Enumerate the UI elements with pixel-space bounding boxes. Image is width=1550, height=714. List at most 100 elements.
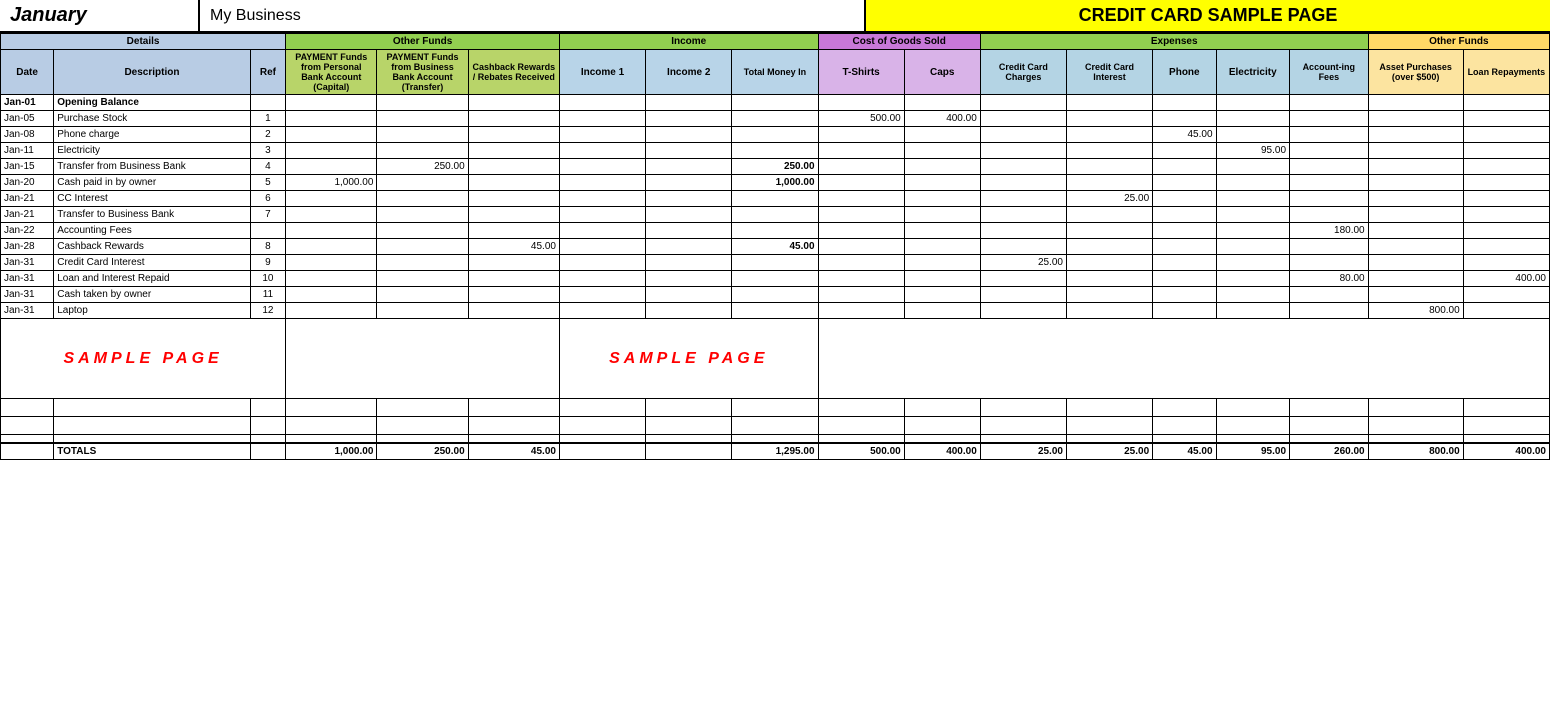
table-cell [1153, 223, 1216, 239]
table-cell [1216, 255, 1290, 271]
subhdr-ref: Ref [250, 50, 285, 95]
totals-cell: 1,295.00 [732, 443, 818, 460]
table-cell [1368, 159, 1463, 175]
subhdr-tshirts: T-Shirts [818, 50, 904, 95]
sample-spacer-1 [286, 319, 560, 399]
table-cell [980, 207, 1066, 223]
table-cell [1463, 287, 1549, 303]
blank-cell [732, 399, 818, 417]
space-cell [1290, 435, 1369, 443]
table-cell [1368, 207, 1463, 223]
table-row: Jan-31Laptop12800.00 [1, 303, 1550, 319]
table-cell [559, 255, 645, 271]
totals-cell: 500.00 [818, 443, 904, 460]
totals-cell: 260.00 [1290, 443, 1369, 460]
table-cell [468, 191, 559, 207]
blank-cell [646, 399, 732, 417]
table-cell [286, 303, 377, 319]
subhdr-description: Description [54, 50, 250, 95]
table-cell [468, 303, 559, 319]
table-cell [1290, 191, 1369, 207]
blank-cell [732, 417, 818, 435]
cell-desc: Cashback Rewards [54, 239, 250, 255]
table-cell [818, 191, 904, 207]
table-cell [559, 143, 645, 159]
table-cell [1216, 207, 1290, 223]
sample-text-2: SAMPLE PAGE [609, 350, 768, 367]
month-label: January [0, 0, 200, 31]
totals-cell: 95.00 [1216, 443, 1290, 460]
table-row: Jan-08Phone charge245.00 [1, 127, 1550, 143]
table-row: Jan-31Loan and Interest Repaid1080.00400… [1, 271, 1550, 287]
table-cell [646, 159, 732, 175]
blank-cell [904, 417, 980, 435]
table-cell [732, 223, 818, 239]
table-cell [1463, 255, 1549, 271]
cell-desc: Loan and Interest Repaid [54, 271, 250, 287]
table-cell [286, 271, 377, 287]
table-cell [377, 303, 468, 319]
table-cell [468, 207, 559, 223]
table-cell [1368, 111, 1463, 127]
totals-cell: 800.00 [1368, 443, 1463, 460]
totals-cell: TOTALS [54, 443, 250, 460]
cell-desc: CC Interest [54, 191, 250, 207]
table-cell [1368, 175, 1463, 191]
table-cell [1216, 271, 1290, 287]
table-cell [377, 207, 468, 223]
table-cell [818, 255, 904, 271]
table-row: Jan-15Transfer from Business Bank4250.00… [1, 159, 1550, 175]
table-cell [732, 127, 818, 143]
table-cell: 45.00 [468, 239, 559, 255]
cell-ref: 4 [250, 159, 285, 175]
blank-cell [1, 417, 54, 435]
totals-cell: 1,000.00 [286, 443, 377, 460]
table-cell [1216, 239, 1290, 255]
cell-date: Jan-21 [1, 207, 54, 223]
table-cell [1290, 175, 1369, 191]
sample-row: SAMPLE PAGESAMPLE PAGE [1, 319, 1550, 399]
cell-date: Jan-31 [1, 287, 54, 303]
table-cell [1463, 127, 1549, 143]
blank-cell [1290, 417, 1369, 435]
header-expenses: Expenses [980, 34, 1368, 50]
table-cell [818, 239, 904, 255]
table-cell [468, 127, 559, 143]
table-cell: 500.00 [818, 111, 904, 127]
table-cell [468, 271, 559, 287]
table-row: Jan-28Cashback Rewards845.0045.00 [1, 239, 1550, 255]
table-cell [1066, 159, 1152, 175]
totals-cell: 250.00 [377, 443, 468, 460]
table-cell [980, 175, 1066, 191]
table-cell [559, 207, 645, 223]
table-cell: 45.00 [1153, 127, 1216, 143]
table-cell [1066, 175, 1152, 191]
blank-cell [980, 417, 1066, 435]
table-cell [1463, 191, 1549, 207]
table-cell [559, 95, 645, 111]
space-cell [1, 435, 54, 443]
subhdr-income2: Income 2 [646, 50, 732, 95]
table-cell [646, 255, 732, 271]
table-cell [1463, 143, 1549, 159]
table-cell [904, 175, 980, 191]
blank-cell [1368, 399, 1463, 417]
space-cell [54, 435, 250, 443]
table-cell [904, 143, 980, 159]
subhdr-phone: Phone [1153, 50, 1216, 95]
table-cell [377, 239, 468, 255]
blank-row [1, 399, 1550, 417]
totals-cell: 45.00 [468, 443, 559, 460]
table-cell [904, 207, 980, 223]
space-cell [250, 435, 285, 443]
table-cell [904, 303, 980, 319]
table-cell [646, 191, 732, 207]
table-row: Jan-20Cash paid in by owner51,000.001,00… [1, 175, 1550, 191]
cell-ref: 7 [250, 207, 285, 223]
table-cell [559, 271, 645, 287]
table-cell [818, 143, 904, 159]
table-cell [1153, 255, 1216, 271]
table-cell [980, 95, 1066, 111]
table-cell [732, 303, 818, 319]
space-row [1, 435, 1550, 443]
